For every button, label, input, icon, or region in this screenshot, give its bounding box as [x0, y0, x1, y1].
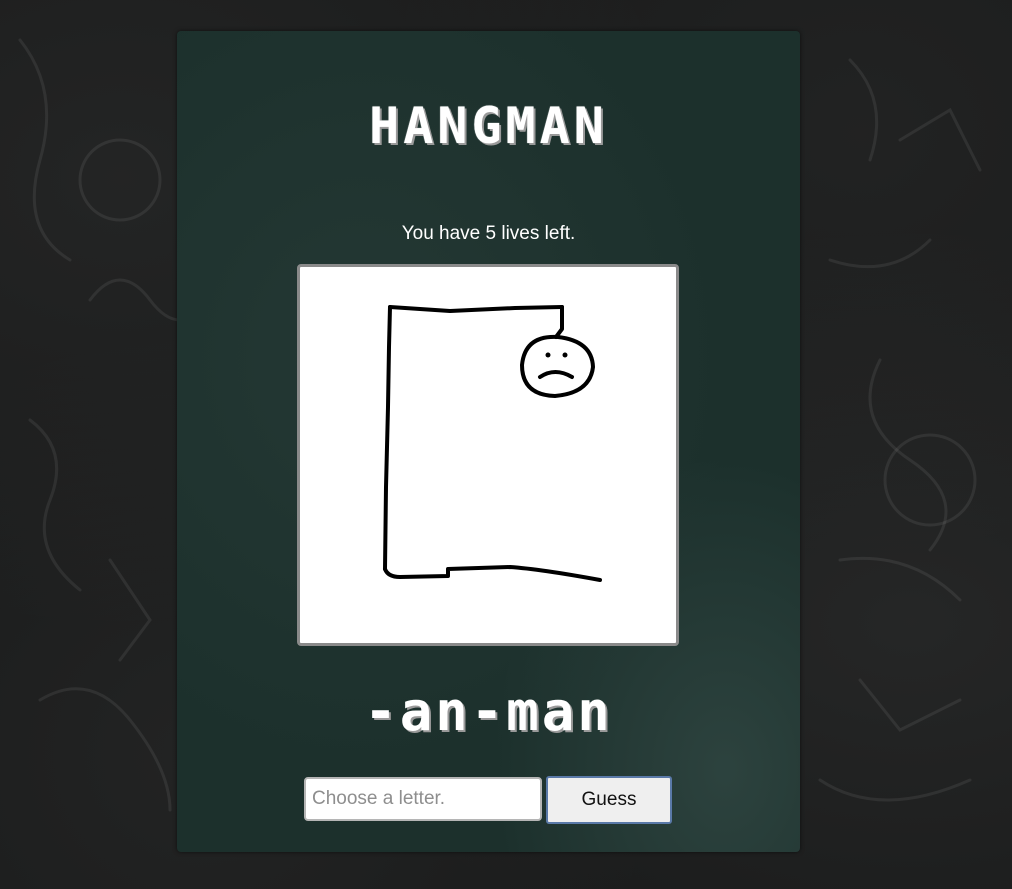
gallows-post	[383, 305, 392, 571]
guess-form: Guess	[304, 776, 674, 827]
guess-button[interactable]: Guess	[546, 776, 672, 824]
game-title: HANGMAN	[369, 97, 608, 155]
letter-input[interactable]	[304, 777, 542, 821]
sad-mouth	[538, 370, 574, 379]
gallows-beam	[388, 305, 564, 313]
word-progress: -an-man	[364, 680, 613, 743]
hangman-drawing	[297, 264, 679, 646]
right-eye	[562, 352, 568, 358]
head	[520, 334, 595, 398]
rope	[554, 305, 564, 339]
lives-message: You have 5 lives left.	[401, 223, 576, 244]
game-panel: HANGMAN You have 5 lives left. -an-man G…	[177, 31, 800, 852]
left-eye	[545, 352, 551, 358]
gallows-base	[383, 565, 602, 582]
